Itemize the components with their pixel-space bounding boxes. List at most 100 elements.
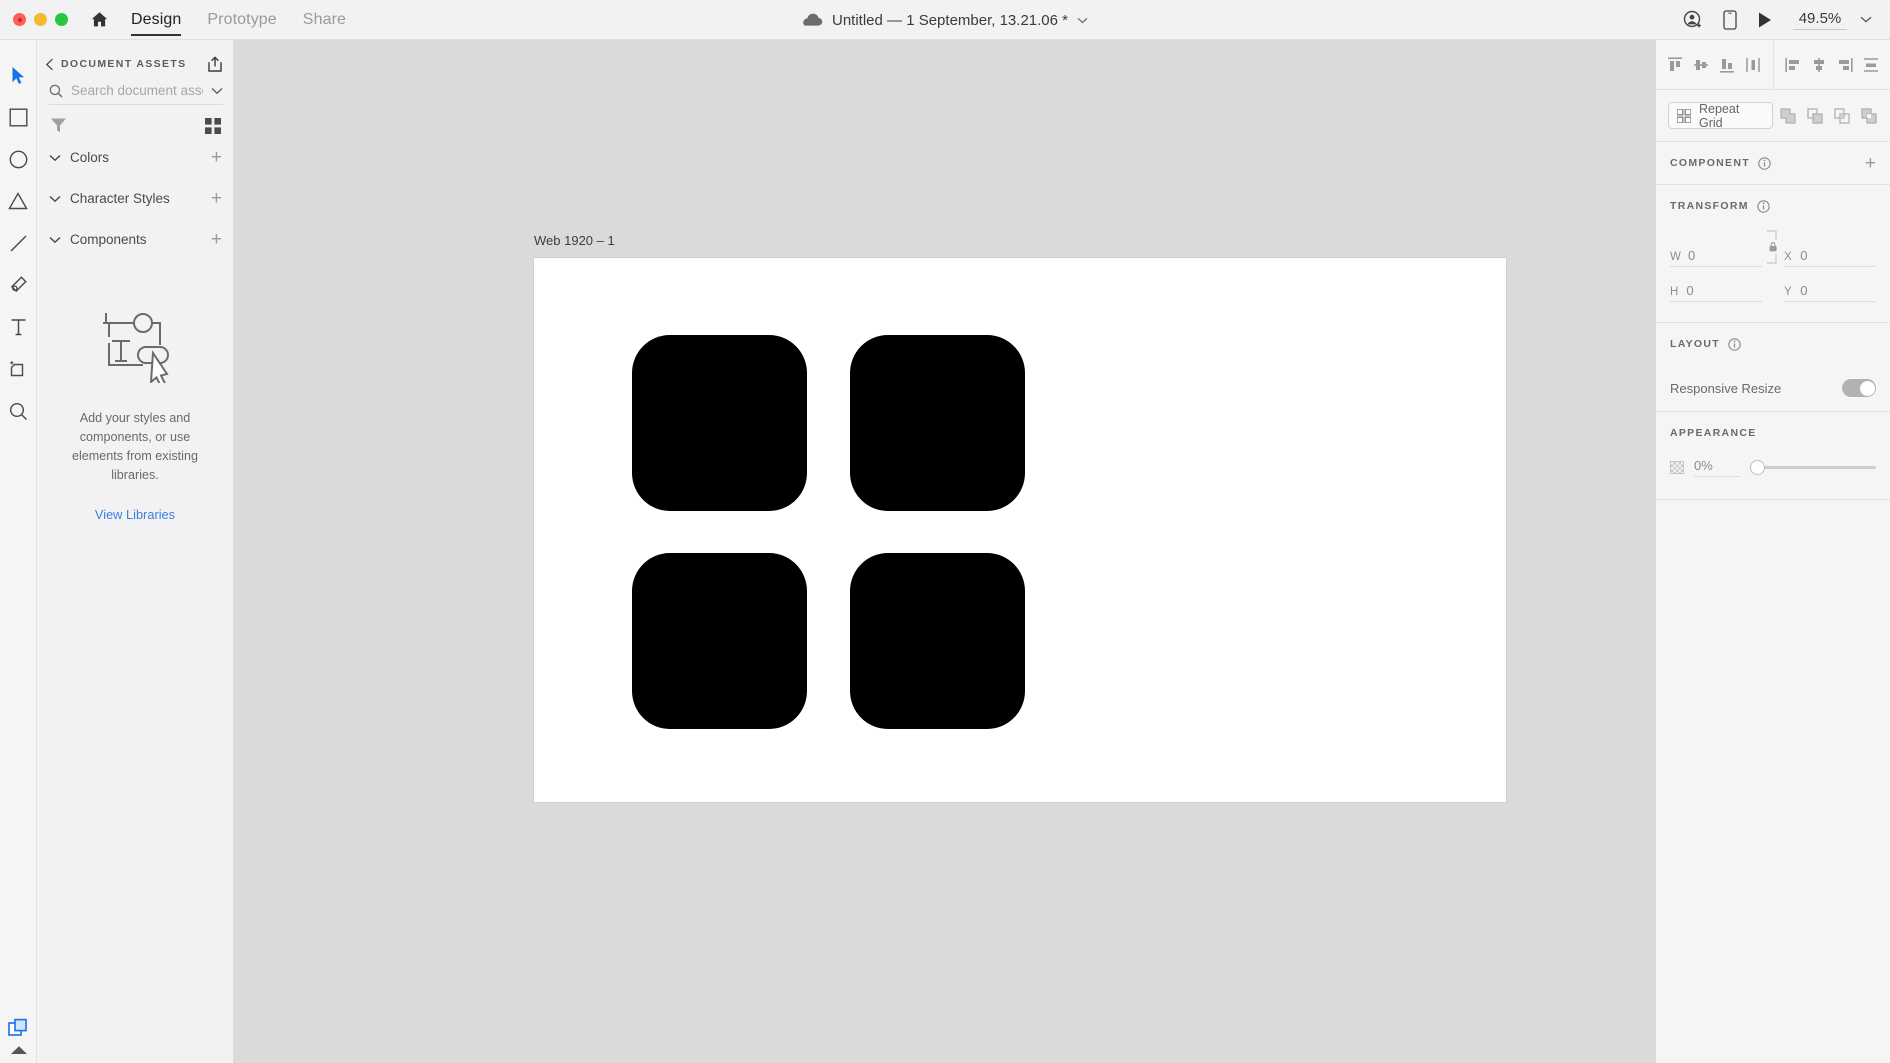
align-center-vertical-icon[interactable]	[1689, 52, 1714, 77]
x-label: X	[1784, 251, 1792, 263]
invite-user-icon[interactable]	[1683, 10, 1703, 30]
align-group-horizontal	[1772, 40, 1890, 89]
height-value[interactable]: 0	[1686, 283, 1762, 298]
text-tool[interactable]	[0, 306, 37, 348]
chevron-left-icon[interactable]	[45, 58, 54, 71]
opacity-slider[interactable]	[1750, 460, 1876, 476]
tab-prototype[interactable]: Prototype	[207, 0, 276, 40]
artboard-label[interactable]: Web 1920 – 1	[534, 233, 615, 248]
layers-icon[interactable]	[8, 1018, 29, 1039]
colors-chevron-down-icon[interactable]	[49, 154, 61, 162]
close-window-button[interactable]	[13, 13, 26, 26]
align-right-icon[interactable]	[1832, 52, 1857, 77]
aspect-lock[interactable]	[1762, 229, 1784, 267]
components-chevron-down-icon[interactable]	[49, 236, 61, 244]
character-styles-chevron-down-icon[interactable]	[49, 195, 61, 203]
zoom-chevron-down-icon[interactable]	[1860, 16, 1872, 23]
grid-view-icon[interactable]	[205, 117, 221, 134]
align-top-icon[interactable]	[1663, 52, 1688, 77]
share-upload-icon[interactable]	[207, 55, 223, 73]
boolean-subtract-icon[interactable]	[1806, 107, 1824, 125]
search-chevron-down-icon[interactable]	[211, 87, 223, 95]
boolean-toolbar: Repeat Grid	[1656, 90, 1890, 142]
y-value[interactable]: 0	[1800, 283, 1876, 298]
layout-section: LAYOUT Responsive Resize	[1656, 323, 1890, 412]
document-assets-panel: DOCUMENT ASSETS Search document assets C…	[37, 40, 234, 1063]
line-tool[interactable]	[0, 222, 37, 264]
transform-section-title: TRANSFORM	[1670, 200, 1749, 212]
mobile-preview-icon[interactable]	[1723, 9, 1737, 30]
artboard-tool[interactable]	[0, 348, 37, 390]
tool-rail-bottom	[0, 1018, 37, 1055]
asset-group-colors[interactable]: Colors +	[37, 140, 233, 175]
transform-section-header: TRANSFORM	[1670, 185, 1876, 227]
filter-icon[interactable]	[50, 117, 67, 134]
maximize-window-button[interactable]	[55, 13, 68, 26]
view-libraries-link[interactable]: View Libraries	[55, 507, 215, 522]
grid-icon	[1677, 108, 1691, 123]
zoom-level-value[interactable]: 49.5%	[1793, 10, 1847, 30]
opacity-value[interactable]: 0%	[1694, 458, 1740, 477]
width-value[interactable]: 0	[1688, 248, 1762, 263]
title-bar: Design Prototype Share Untitled — 1 Sept…	[0, 0, 1890, 40]
zoom-control[interactable]: 49.5%	[1793, 10, 1872, 30]
caret-up-icon[interactable]	[10, 1045, 28, 1055]
align-left-icon[interactable]	[1780, 52, 1805, 77]
assets-panel-header: DOCUMENT ASSETS	[37, 47, 233, 81]
component-info-icon[interactable]	[1758, 156, 1771, 170]
add-component-inspector-button[interactable]: +	[1865, 154, 1876, 173]
assets-empty-state: Add your styles and components, or use e…	[37, 257, 233, 522]
tab-share[interactable]: Share	[303, 0, 346, 40]
tool-rail	[0, 40, 37, 1063]
align-bottom-icon[interactable]	[1715, 52, 1740, 77]
x-field[interactable]: X 0	[1784, 248, 1876, 267]
title-chevron-down-icon[interactable]	[1077, 17, 1088, 24]
add-color-button[interactable]: +	[211, 148, 222, 167]
lock-icon	[1769, 242, 1777, 252]
width-field[interactable]: W 0	[1670, 248, 1762, 267]
transform-info-icon[interactable]	[1757, 199, 1770, 213]
pen-tool[interactable]	[0, 264, 37, 306]
rectangle-tool[interactable]	[0, 96, 37, 138]
rounded-square-top-left[interactable]	[632, 335, 807, 511]
home-icon[interactable]	[90, 10, 109, 29]
boolean-intersect-icon[interactable]	[1833, 107, 1851, 125]
boolean-add-icon[interactable]	[1779, 107, 1797, 125]
canvas[interactable]: Web 1920 – 1	[234, 40, 1655, 1063]
y-field[interactable]: Y 0	[1784, 283, 1876, 302]
asset-group-components[interactable]: Components +	[37, 222, 233, 257]
repeat-grid-button[interactable]: Repeat Grid	[1668, 102, 1773, 130]
height-field[interactable]: H 0	[1670, 283, 1762, 302]
add-component-button[interactable]: +	[211, 230, 222, 249]
document-title-group[interactable]: Untitled — 1 September, 13.21.06 *	[802, 0, 1088, 40]
add-character-style-button[interactable]: +	[211, 189, 222, 208]
align-center-horizontal-icon[interactable]	[1806, 52, 1831, 77]
responsive-resize-toggle[interactable]	[1842, 379, 1876, 397]
zoom-tool[interactable]	[0, 390, 37, 432]
assets-search-row[interactable]	[49, 83, 223, 105]
distribute-vertical-icon[interactable]	[1858, 52, 1883, 77]
workspace: DOCUMENT ASSETS Search document assets C…	[0, 40, 1890, 1063]
rounded-square-bottom-right[interactable]	[850, 553, 1025, 729]
tab-design[interactable]: Design	[131, 0, 182, 40]
layout-info-icon[interactable]	[1728, 337, 1741, 351]
distribute-horizontal-icon[interactable]	[1741, 52, 1766, 77]
layout-section-title: LAYOUT	[1670, 338, 1720, 350]
rounded-square-top-right[interactable]	[850, 335, 1025, 511]
asset-group-character-styles[interactable]: Character Styles +	[37, 181, 233, 216]
rounded-square-bottom-left[interactable]	[632, 553, 807, 729]
x-value[interactable]: 0	[1800, 248, 1876, 263]
opacity-slider-track	[1750, 466, 1876, 469]
opacity-slider-knob[interactable]	[1750, 460, 1765, 475]
assets-filter-row	[37, 105, 233, 134]
boolean-exclude-icon[interactable]	[1860, 107, 1878, 125]
play-preview-icon[interactable]	[1757, 11, 1773, 29]
select-tool[interactable]	[0, 54, 37, 96]
appearance-section: APPEARANCE 0%	[1656, 412, 1890, 500]
search-input[interactable]	[71, 83, 203, 98]
minimize-window-button[interactable]	[34, 13, 47, 26]
checkerboard-icon	[1670, 461, 1684, 474]
polygon-tool[interactable]	[0, 180, 37, 222]
artboard-web-1920-1[interactable]	[533, 257, 1507, 803]
ellipse-tool[interactable]	[0, 138, 37, 180]
